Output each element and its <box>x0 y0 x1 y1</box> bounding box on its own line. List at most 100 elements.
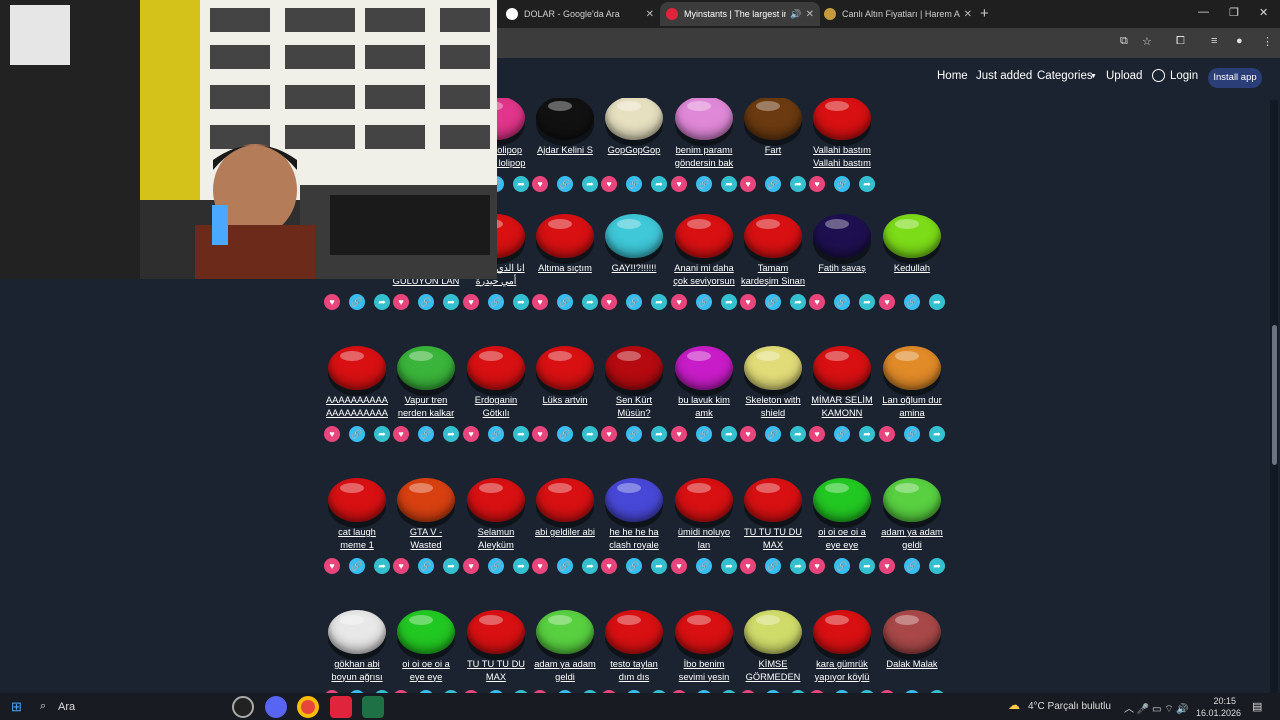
link-icon[interactable]: 🔗 <box>626 558 642 574</box>
play-button[interactable] <box>675 98 733 140</box>
heart-icon[interactable]: ♥ <box>809 426 825 442</box>
heart-icon[interactable]: ♥ <box>809 176 825 192</box>
play-button[interactable] <box>883 478 941 522</box>
minimize-icon[interactable]: — <box>1198 6 1209 18</box>
tab-myinstants[interactable]: Myinstants | The largest instant 🔊 ✕ <box>660 2 820 26</box>
play-button[interactable] <box>605 478 663 522</box>
windows-start-icon[interactable]: ⊞ <box>11 699 22 715</box>
share-icon[interactable]: ➦ <box>582 426 598 442</box>
link-icon[interactable]: 🔗 <box>765 294 781 310</box>
profile-icon[interactable]: ● <box>1236 35 1243 47</box>
link-icon[interactable]: 🔗 <box>349 558 365 574</box>
play-button[interactable] <box>536 214 594 258</box>
play-button[interactable] <box>397 478 455 522</box>
play-button[interactable] <box>467 610 525 654</box>
instant-title-link[interactable]: adam ya adam geldi <box>871 526 953 551</box>
heart-icon[interactable]: ♥ <box>324 558 340 574</box>
heart-icon[interactable]: ♥ <box>532 294 548 310</box>
heart-icon[interactable]: ♥ <box>740 426 756 442</box>
heart-icon[interactable]: ♥ <box>879 294 895 310</box>
play-button[interactable] <box>883 346 941 390</box>
tab-google[interactable]: DOLAR - Google'da Ara ✕ <box>500 2 660 26</box>
media-icon[interactable]: ≡ <box>1211 35 1217 47</box>
share-icon[interactable]: ➦ <box>443 558 459 574</box>
install-app-button[interactable]: Install app <box>1208 68 1262 88</box>
share-icon[interactable]: ➦ <box>374 558 390 574</box>
play-button[interactable] <box>328 478 386 522</box>
play-button[interactable] <box>813 98 871 140</box>
share-icon[interactable]: ➦ <box>651 294 667 310</box>
heart-icon[interactable]: ♥ <box>809 558 825 574</box>
share-icon[interactable]: ➦ <box>721 558 737 574</box>
heart-icon[interactable]: ♥ <box>809 294 825 310</box>
heart-icon[interactable]: ♥ <box>393 558 409 574</box>
new-tab-button[interactable]: + <box>980 5 989 22</box>
menu-icon[interactable]: ⋮ <box>1262 35 1273 48</box>
play-button[interactable] <box>675 346 733 390</box>
link-icon[interactable]: 🔗 <box>626 176 642 192</box>
share-icon[interactable]: ➦ <box>859 176 875 192</box>
link-icon[interactable]: 🔗 <box>418 426 434 442</box>
chrome-icon[interactable] <box>297 696 319 718</box>
heart-icon[interactable]: ♥ <box>879 426 895 442</box>
link-icon[interactable]: 🔗 <box>557 294 573 310</box>
nav-just-added[interactable]: Just added <box>976 70 1032 82</box>
play-button[interactable] <box>536 610 594 654</box>
play-button[interactable] <box>813 478 871 522</box>
nav-login[interactable]: Login <box>1170 70 1198 82</box>
discord-icon[interactable] <box>265 696 287 718</box>
speaker-icon[interactable]: 🔊 <box>790 9 801 20</box>
play-button[interactable] <box>328 346 386 390</box>
heart-icon[interactable]: ♥ <box>463 294 479 310</box>
share-icon[interactable]: ➦ <box>374 294 390 310</box>
link-icon[interactable]: 🔗 <box>488 426 504 442</box>
share-icon[interactable]: ➦ <box>582 294 598 310</box>
play-button[interactable] <box>883 214 941 258</box>
link-icon[interactable]: 🔗 <box>557 558 573 574</box>
heart-icon[interactable]: ♥ <box>393 294 409 310</box>
share-icon[interactable]: ➦ <box>374 426 390 442</box>
play-button[interactable] <box>605 214 663 258</box>
link-icon[interactable]: 🔗 <box>626 294 642 310</box>
share-icon[interactable]: ➦ <box>443 294 459 310</box>
share-icon[interactable]: ➦ <box>859 558 875 574</box>
heart-icon[interactable]: ♥ <box>879 558 895 574</box>
taskbar-search[interactable]: Ara <box>58 701 75 713</box>
play-button[interactable] <box>675 610 733 654</box>
play-button[interactable] <box>675 214 733 258</box>
share-icon[interactable]: ➦ <box>929 294 945 310</box>
heart-icon[interactable]: ♥ <box>601 558 617 574</box>
play-button[interactable] <box>813 214 871 258</box>
link-icon[interactable]: 🔗 <box>696 558 712 574</box>
instant-title-link[interactable]: Kedullah <box>871 262 953 275</box>
close-icon[interactable]: ✕ <box>646 9 654 20</box>
share-icon[interactable]: ➦ <box>859 294 875 310</box>
heart-icon[interactable]: ♥ <box>532 176 548 192</box>
tray-icons[interactable]: ︿ 🎤 ▭ ⌔ 🔊 <box>1124 700 1189 716</box>
clock-time[interactable]: 20:15 <box>1204 696 1236 706</box>
share-icon[interactable]: ➦ <box>582 176 598 192</box>
share-icon[interactable]: ➦ <box>721 176 737 192</box>
play-button[interactable] <box>744 214 802 258</box>
chevron-down-icon[interactable]: ▼ <box>1090 73 1097 80</box>
play-button[interactable] <box>397 346 455 390</box>
heart-icon[interactable]: ♥ <box>671 558 687 574</box>
heart-icon[interactable]: ♥ <box>671 426 687 442</box>
play-button[interactable] <box>605 610 663 654</box>
link-icon[interactable]: 🔗 <box>765 426 781 442</box>
play-button[interactable] <box>744 346 802 390</box>
app-icon[interactable] <box>232 696 254 718</box>
link-icon[interactable]: 🔗 <box>696 176 712 192</box>
instant-title-link[interactable]: Vallahi bastım Vallahi bastım <box>801 144 883 169</box>
link-icon[interactable]: 🔗 <box>834 176 850 192</box>
link-icon[interactable]: 🔗 <box>696 426 712 442</box>
link-icon[interactable]: 🔗 <box>349 294 365 310</box>
app-icon[interactable] <box>330 696 352 718</box>
share-icon[interactable]: ➦ <box>790 426 806 442</box>
heart-icon[interactable]: ♥ <box>324 426 340 442</box>
install-page-icon[interactable]: ⧉ <box>1120 35 1128 48</box>
heart-icon[interactable]: ♥ <box>671 294 687 310</box>
heart-icon[interactable]: ♥ <box>532 558 548 574</box>
play-button[interactable] <box>744 610 802 654</box>
play-button[interactable] <box>675 478 733 522</box>
